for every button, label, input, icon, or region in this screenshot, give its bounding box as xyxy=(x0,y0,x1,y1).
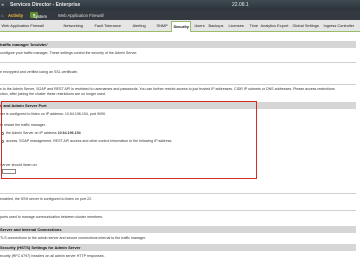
divider xyxy=(0,210,356,211)
tab-global-settings[interactable]: Global Settings xyxy=(291,22,320,30)
tab-licenses[interactable]: Licenses xyxy=(227,22,245,30)
menu-system-label: System xyxy=(33,14,47,20)
encrypt-text: e encrypted and verified using an SSL ce… xyxy=(0,70,78,74)
tab-users[interactable]: Users xyxy=(193,22,206,30)
tab-fault-tolerance[interactable]: Fault Tolerance xyxy=(93,22,123,30)
menu-bar: ⌂ Activity System ▾ Web Application Fire… xyxy=(0,10,360,20)
hsts-text: ecurity (RFC 6797) headers on all admin … xyxy=(0,254,105,258)
tab-snmp[interactable]: SNMP xyxy=(155,22,169,30)
tls-text: TLS connections to the admin server and … xyxy=(0,236,146,240)
app-title: Services Director - Enterprise xyxy=(10,2,81,8)
internal-section-title: Server and Internal Connections xyxy=(0,227,62,232)
intro-text: configure your traffic manager. These se… xyxy=(0,51,138,55)
back-arrow-icon[interactable]: ◂ xyxy=(1,2,4,8)
divider xyxy=(0,193,356,194)
tab-backups[interactable]: Backups xyxy=(207,22,225,30)
tab-ingress-controller[interactable]: Ingress Controller xyxy=(322,22,356,30)
ssh-text: enabled, the SSH server is configured to… xyxy=(0,197,93,201)
restrict-text: s to the Admin Server, SOAP and REST API… xyxy=(0,87,335,91)
menu-system[interactable]: System ▾ xyxy=(30,11,47,19)
menu-home-icon[interactable]: ⌂ xyxy=(1,13,4,18)
tab-time[interactable]: Time xyxy=(248,22,260,30)
divider xyxy=(0,84,356,85)
manager-title-bar xyxy=(0,41,356,48)
app-version: 22.08.1 xyxy=(232,2,249,8)
tab-networking[interactable]: Networking xyxy=(62,22,84,30)
tab-bar: Web Application Firewall Networking Faul… xyxy=(0,20,360,32)
menu-waf[interactable]: Web Application Firewall xyxy=(58,13,104,18)
manager-title: traffic manager 'brcdvtm' xyxy=(0,42,48,47)
tab-alerting[interactable]: Alerting xyxy=(131,22,147,30)
restrict-text-2: ction, after joining the cluster these r… xyxy=(0,92,106,96)
title-bar: ◂ Services Director - Enterprise 22.08.1 xyxy=(0,0,360,10)
tab-waf[interactable]: Web Application Firewall xyxy=(0,22,45,30)
internal-ports-text: ports used to manage communication betwe… xyxy=(0,215,104,219)
divider xyxy=(0,62,356,63)
tab-analytics-export[interactable]: Analytics Export xyxy=(259,22,290,30)
hsts-section-title: Security (HSTS) Settings for Admin Serve… xyxy=(0,245,81,250)
menu-activity[interactable]: Activity xyxy=(8,13,23,18)
tab-security[interactable]: Security xyxy=(171,20,192,32)
highlight-box xyxy=(1,101,257,179)
